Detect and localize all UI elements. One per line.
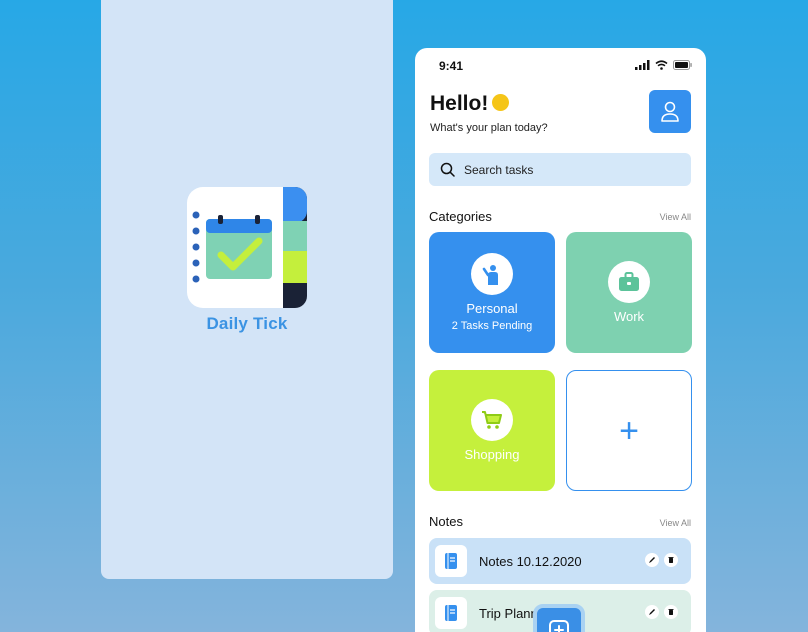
category-label: Personal	[466, 301, 518, 316]
category-label: Shopping	[464, 447, 520, 462]
battery-icon	[673, 60, 692, 70]
app-logo-icon	[187, 187, 307, 308]
shopping-cart-icon	[482, 411, 502, 429]
app-name: Daily Tick	[206, 314, 288, 333]
category-personal[interactable]: Personal 2 Tasks Pending	[429, 232, 555, 353]
add-category-button[interactable]: +	[566, 370, 692, 491]
status-time: 9:41	[439, 59, 464, 73]
notes-title: Notes	[429, 514, 463, 529]
user-icon	[661, 101, 679, 122]
search-icon	[440, 162, 455, 177]
edit-note-button[interactable]	[645, 605, 659, 619]
phone-screen: 9:41 Hello! What's your plan today? Sear…	[415, 48, 706, 632]
trash-icon	[668, 557, 674, 563]
plus-icon: +	[619, 411, 639, 450]
briefcase-icon	[619, 272, 639, 291]
status-bar: 9:41	[415, 48, 706, 82]
category-label: Work	[613, 309, 645, 324]
subgreeting-text: What's your plan today?	[430, 122, 548, 134]
note-item[interactable]: Notes 10.12.2020	[429, 538, 691, 584]
search-input[interactable]	[464, 162, 664, 177]
categories-title: Categories	[429, 209, 492, 224]
category-shopping[interactable]: Shopping	[429, 370, 555, 491]
notes-view-all-link[interactable]: View All	[660, 518, 691, 528]
note-title: Notes 10.12.2020	[479, 553, 582, 569]
pencil-icon	[649, 557, 655, 563]
add-icon	[549, 620, 569, 632]
edit-note-button[interactable]	[645, 553, 659, 567]
category-work[interactable]: Work	[566, 232, 692, 353]
smile-emoji-icon	[492, 93, 510, 111]
delete-note-button[interactable]	[664, 553, 678, 567]
wifi-icon	[655, 60, 668, 70]
pencil-icon	[649, 609, 655, 615]
splash-screen: Daily Tick	[101, 0, 393, 579]
delete-note-button[interactable]	[664, 605, 678, 619]
add-task-fab[interactable]	[533, 604, 585, 632]
trash-icon	[668, 609, 674, 615]
notebook-icon	[445, 605, 457, 621]
search-bar[interactable]	[429, 153, 691, 186]
notebook-icon	[445, 553, 457, 569]
signal-icon	[635, 60, 650, 70]
greeting-heading: Hello!	[430, 92, 510, 116]
categories-view-all-link[interactable]: View All	[660, 212, 691, 222]
profile-button[interactable]	[649, 90, 691, 133]
category-pending-count: 2 Tasks Pending	[451, 320, 533, 332]
person-waving-icon	[482, 265, 498, 285]
